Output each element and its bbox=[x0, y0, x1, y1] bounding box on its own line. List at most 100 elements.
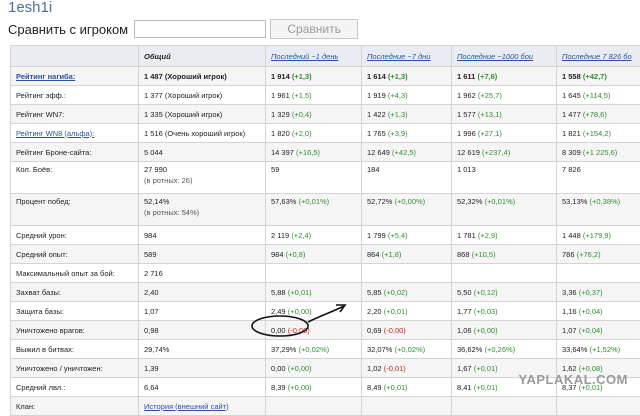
header-last-7826-link[interactable]: Последние 7 826 бо bbox=[557, 46, 640, 67]
period-delta: (+1 225,6) bbox=[583, 148, 617, 157]
overall-value: 1 335 (Хороший игрок) bbox=[139, 105, 266, 124]
overall-value-main: 589 bbox=[144, 250, 157, 259]
period-value-c3: 8,49 (+0,01) bbox=[362, 378, 452, 397]
period-value-c2 bbox=[266, 397, 362, 416]
period-value-c4: 12 619 (+237,4) bbox=[452, 143, 557, 162]
overall-value: 27 990(в ротных: 26) bbox=[139, 162, 266, 194]
overall-value-main: 2,40 bbox=[144, 288, 159, 297]
period-value: 3,36 bbox=[562, 288, 577, 297]
period-delta: (+1,52%) bbox=[590, 345, 621, 354]
overall-value-main: 1 335 (Хороший игрок) bbox=[144, 110, 222, 119]
period-value: 1 422 bbox=[367, 110, 386, 119]
period-value: 2,20 bbox=[367, 307, 382, 316]
row-label: Рейтинг нагиба: bbox=[11, 67, 139, 86]
period-delta: (+2,9) bbox=[478, 231, 498, 240]
period-delta: (+42,7) bbox=[583, 72, 607, 81]
stats-row: Клан:История (внешний сайт) bbox=[11, 397, 640, 416]
header-overall: Общий bbox=[139, 46, 266, 67]
period-delta: (+0,00) bbox=[288, 364, 312, 373]
period-delta: (+0,02) bbox=[384, 288, 408, 297]
stats-row: Выжил в битвах:29,74%37,29% (+0,02%)32,0… bbox=[11, 340, 640, 359]
period-value-c2: 0,00 (-0,00) bbox=[266, 321, 362, 340]
period-value: 984 bbox=[271, 250, 284, 259]
clan-history-link[interactable]: История (внешний сайт) bbox=[144, 402, 229, 411]
period-delta: (+0,00%) bbox=[395, 197, 426, 206]
row-label-link[interactable]: Рейтинг WN8 (альфа): bbox=[16, 129, 94, 138]
period-value: 1 821 bbox=[562, 129, 581, 138]
period-value: 53,13% bbox=[562, 197, 587, 206]
period-delta: (+7,6) bbox=[477, 72, 497, 81]
period-delta: (+27,1) bbox=[478, 129, 502, 138]
period-value: 1 577 bbox=[457, 110, 476, 119]
period-value: 184 bbox=[367, 165, 380, 174]
stats-header-row: Общий Последний ~1 день Последние ~7 дни… bbox=[11, 46, 640, 67]
period-value: 52,72% bbox=[367, 197, 392, 206]
period-value: 1,07 bbox=[562, 326, 577, 335]
period-delta: (+0,04) bbox=[579, 326, 603, 335]
period-value-c2: 57,63% (+0,01%) bbox=[266, 194, 362, 226]
period-value-c5: 7 826 bbox=[557, 162, 640, 194]
period-value-c4: 36,62% (+0,26%) bbox=[452, 340, 557, 359]
period-value: 864 bbox=[367, 250, 380, 259]
period-value-c5: 1 821 (+154,2) bbox=[557, 124, 640, 143]
period-delta: (+0,02%) bbox=[395, 345, 426, 354]
period-value-c4 bbox=[452, 397, 557, 416]
period-value-c3: 2,20 (+0,01) bbox=[362, 302, 452, 321]
period-delta: (+1,3) bbox=[388, 110, 408, 119]
stats-row: Средний опыт:589984 (+0,8)864 (+1,8)868 … bbox=[11, 245, 640, 264]
overall-value: 1 487 (Хороший игрок) bbox=[139, 67, 266, 86]
period-value: 14 397 bbox=[271, 148, 294, 157]
period-delta: (+0,01%) bbox=[485, 197, 516, 206]
stats-row: Рейтинг WN7:1 335 (Хороший игрок)1 329 (… bbox=[11, 105, 640, 124]
header-last-1000-link[interactable]: Последние ~1000 бои bbox=[452, 46, 557, 67]
period-value-c4: 5,50 (+0,12) bbox=[452, 283, 557, 302]
period-value-c4 bbox=[452, 264, 557, 283]
period-value: 1,02 bbox=[367, 364, 382, 373]
compare-button[interactable]: Сравнить bbox=[270, 19, 358, 39]
period-value-c3: 1 765 (+3,9) bbox=[362, 124, 452, 143]
header-last-week-link[interactable]: Последние ~7 дни bbox=[362, 46, 452, 67]
overall-value-main: 5 044 bbox=[144, 148, 163, 157]
period-delta: (+4,3) bbox=[388, 91, 408, 100]
period-value-c5: 1 477 (+78,6) bbox=[557, 105, 640, 124]
period-delta: (+0,37) bbox=[579, 288, 603, 297]
period-value-c4: 52,32% (+0,01%) bbox=[452, 194, 557, 226]
row-label: Защита базы: bbox=[11, 302, 139, 321]
overall-value: 2 716 bbox=[139, 264, 266, 283]
period-value: 1 558 bbox=[562, 72, 581, 81]
period-value-c4: 1 577 (+13,1) bbox=[452, 105, 557, 124]
period-value-c4: 1 781 (+2,9) bbox=[452, 226, 557, 245]
overall-value-main: 1,39 bbox=[144, 364, 159, 373]
header-last-day-link[interactable]: Последний ~1 день bbox=[266, 46, 362, 67]
stats-row: Рейтинг WN8 (альфа):1 516 (Очень хороший… bbox=[11, 124, 640, 143]
period-value-c5 bbox=[557, 264, 640, 283]
period-value: 33,64% bbox=[562, 345, 587, 354]
period-value-c2: 8,39 (+0,00) bbox=[266, 378, 362, 397]
period-value-c2: 1 914 (+1,3) bbox=[266, 67, 362, 86]
period-value: 1 329 bbox=[271, 110, 290, 119]
period-value: 1 799 bbox=[367, 231, 386, 240]
period-value-c5: 1 645 (+114,5) bbox=[557, 86, 640, 105]
period-value-c2: 2,49 (+0,00) bbox=[266, 302, 362, 321]
period-value: 1,67 bbox=[457, 364, 472, 373]
period-value-c5: 33,64% (+1,52%) bbox=[557, 340, 640, 359]
period-value-c2: 14 397 (+16,5) bbox=[266, 143, 362, 162]
period-delta: (+179,9) bbox=[583, 231, 611, 240]
period-delta: (+25,7) bbox=[478, 91, 502, 100]
period-value: 36,62% bbox=[457, 345, 482, 354]
compare-player-input[interactable] bbox=[134, 20, 266, 38]
period-value: 1 820 bbox=[271, 129, 290, 138]
period-value-c5: 786 (+76,2) bbox=[557, 245, 640, 264]
period-value-c4: 1,06 (+0,00) bbox=[452, 321, 557, 340]
period-value: 1 477 bbox=[562, 110, 581, 119]
period-delta: (-0,00) bbox=[288, 326, 310, 335]
period-value-c5: 1 448 (+179,9) bbox=[557, 226, 640, 245]
row-label-link[interactable]: Рейтинг нагиба: bbox=[16, 72, 75, 81]
period-delta: (+0,01) bbox=[474, 364, 498, 373]
stats-row: Процент побед:52,14%(в ротных: 54%)57,63… bbox=[11, 194, 640, 226]
overall-value: 2,40 bbox=[139, 283, 266, 302]
period-delta: (-0,00) bbox=[384, 326, 406, 335]
period-value-c2: 2 119 (+2,4) bbox=[266, 226, 362, 245]
stats-row: Рейтинг Броне-сайта:5 04414 397 (+16,5)1… bbox=[11, 143, 640, 162]
period-value: 1 781 bbox=[457, 231, 476, 240]
